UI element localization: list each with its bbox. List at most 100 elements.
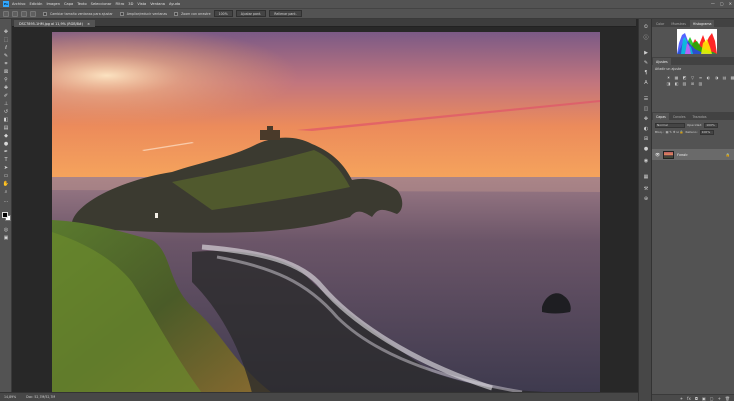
tab-channels[interactable]: Canales [670, 113, 689, 120]
shape-tool-icon[interactable]: ▭ [2, 173, 10, 179]
fill-input[interactable]: 100% [699, 129, 714, 135]
menu-item-edicion[interactable]: Edición [29, 2, 42, 6]
black-white-icon[interactable]: ▤ [722, 75, 727, 80]
properties-icon[interactable]: ☰ [642, 95, 650, 103]
photoshop-logo[interactable]: Ps [3, 1, 9, 7]
layer-row-fondo[interactable]: 👁 Fondo 🔒 [652, 149, 734, 160]
canvas-area[interactable] [12, 27, 636, 393]
more-tools-icon[interactable]: ⋯ [2, 199, 10, 205]
exposure-icon[interactable]: ▽ [690, 75, 695, 80]
eyedropper-tool-icon[interactable]: ⚲ [2, 77, 10, 83]
layer-mask-icon[interactable]: ◘ [695, 396, 698, 401]
document-tab[interactable]: DSC7895-1HM.jpg al 11,9% (RGB/8#) × [14, 20, 95, 27]
clone-source-icon[interactable]: ⊕ [642, 195, 650, 203]
threshold-icon[interactable]: ⊞ [690, 81, 695, 86]
tab-color[interactable]: Color [653, 20, 667, 27]
opacity-input[interactable]: 100% [704, 122, 719, 128]
type-tool-icon[interactable]: T [2, 157, 10, 163]
menu-item-seleccionar[interactable]: Seleccionar [91, 2, 112, 6]
history-brush-tool-icon[interactable]: ↺ [2, 109, 10, 115]
gradient-tool-icon[interactable]: ▤ [2, 125, 10, 131]
glyphs-icon[interactable]: ◐ [642, 125, 650, 133]
link-layers-icon[interactable]: ⚭ [680, 396, 683, 401]
eraser-tool-icon[interactable]: ◧ [2, 117, 10, 123]
zoom-tool-icon[interactable] [12, 10, 18, 17]
lasso-tool-icon[interactable]: ℓ [2, 45, 10, 51]
zoom-all-checkbox[interactable] [119, 11, 124, 16]
character-icon[interactable]: A [642, 79, 650, 87]
photo-filter-icon[interactable]: ▩ [730, 75, 734, 80]
clone-stamp-tool-icon[interactable]: ⊥ [2, 101, 10, 107]
tab-swatches[interactable]: Muestras [668, 20, 689, 27]
brush-settings-icon[interactable]: ✎ [642, 59, 650, 67]
vibrance-icon[interactable]: ≡ [698, 75, 703, 80]
styles-icon[interactable]: ▦ [642, 173, 650, 181]
trash-icon[interactable]: 🗑 [725, 396, 730, 401]
menu-item-capa[interactable]: Capa [64, 2, 73, 6]
dodge-tool-icon[interactable]: ● [2, 141, 10, 147]
home-icon[interactable] [3, 10, 9, 17]
libraries-icon[interactable]: ⊞ [642, 135, 650, 143]
color-balance-icon[interactable]: ◑ [714, 75, 719, 80]
hand-tool-icon[interactable]: ✋ [2, 181, 10, 187]
history-icon[interactable]: ⏲ [642, 23, 650, 31]
document-size[interactable]: Doc: 52,7M/52,7M [26, 395, 55, 399]
hue-saturation-icon[interactable]: ◐ [706, 75, 711, 80]
screen-mode-icon[interactable]: ▣ [2, 235, 10, 241]
fill-screen-button[interactable]: Rellenar pant. [269, 10, 302, 17]
healing-brush-tool-icon[interactable]: ✚ [2, 85, 10, 91]
zoom-tool-icon[interactable]: ⌕ [2, 189, 10, 195]
quick-mask-icon[interactable]: ◎ [2, 227, 10, 233]
new-layer-icon[interactable]: + [718, 396, 721, 401]
adjustment-layer-icon[interactable]: ▣ [702, 396, 706, 401]
menu-item-ayuda[interactable]: Ayuda [169, 2, 180, 6]
tab-histogram[interactable]: Histograma [689, 20, 715, 27]
brightness-contrast-icon[interactable]: ☀ [666, 75, 671, 80]
crop-tool-icon[interactable]: ⌗ [2, 61, 10, 67]
menu-item-3d[interactable]: 3D [128, 2, 133, 6]
frame-tool-icon[interactable]: ⊠ [2, 69, 10, 75]
blur-tool-icon[interactable]: ◆ [2, 133, 10, 139]
lock-icons[interactable]: ▦ ✎ ✥ ⊡ 🔒 [666, 130, 684, 134]
zoom-readout[interactable]: 14,89% [4, 395, 16, 399]
quick-selection-tool-icon[interactable]: ✎ [2, 53, 10, 59]
posterize-icon[interactable]: ▨ [682, 81, 687, 86]
maximize-icon[interactable]: ▢ [720, 1, 724, 6]
move-tool-icon[interactable]: ✥ [2, 29, 10, 35]
zoom-in-icon[interactable] [21, 10, 27, 17]
new-group-icon[interactable]: ▢ [710, 396, 714, 401]
path-selection-tool-icon[interactable]: ➤ [2, 165, 10, 171]
brush-tool-icon[interactable]: ✐ [2, 93, 10, 99]
blend-mode-select[interactable]: Normal [655, 122, 685, 128]
notes-icon[interactable]: ◉ [642, 157, 650, 165]
menu-item-texto[interactable]: Texto [77, 2, 86, 6]
zoom-out-icon[interactable] [30, 10, 36, 17]
play-icon[interactable]: ▶ [642, 49, 650, 57]
paragraph-icon[interactable]: ¶ [642, 69, 650, 77]
marquee-tool-icon[interactable]: ⬚ [2, 37, 10, 43]
menu-item-ventana[interactable]: Ventana [150, 2, 165, 6]
tool-presets-icon[interactable]: ⚒ [642, 185, 650, 193]
document-canvas-image[interactable] [52, 32, 600, 393]
gradient-map-icon[interactable]: ▥ [698, 81, 703, 86]
menu-item-imagen[interactable]: Imagen [46, 2, 60, 6]
visibility-eye-icon[interactable]: 👁 [655, 152, 660, 157]
resize-windows-checkbox[interactable] [43, 11, 47, 16]
curves-icon[interactable]: ◩ [682, 75, 687, 80]
invert-icon[interactable]: ◧ [674, 81, 679, 86]
layer-comps-icon[interactable]: ◫ [642, 105, 650, 113]
menu-item-vista[interactable]: Vista [137, 2, 146, 6]
tab-layers[interactable]: Capas [653, 113, 669, 120]
levels-icon[interactable]: ▦ [674, 75, 679, 80]
adjust-icon[interactable]: ✥ [642, 115, 650, 123]
info-icon[interactable]: ⓘ [642, 33, 650, 41]
zoom-100-button[interactable]: 100% [213, 10, 233, 17]
color-lookup-icon[interactable]: ◨ [666, 81, 671, 86]
close-tab-icon[interactable]: × [87, 22, 90, 26]
minimize-icon[interactable]: — [711, 1, 715, 6]
tab-adjustments[interactable]: Ajustes [653, 58, 671, 65]
color-wheel-icon[interactable]: ● [642, 145, 650, 153]
fit-screen-button[interactable]: Ajustar pant. [235, 10, 267, 17]
fx-icon[interactable]: fx [687, 396, 691, 401]
foreground-color-swatch[interactable] [2, 212, 8, 218]
